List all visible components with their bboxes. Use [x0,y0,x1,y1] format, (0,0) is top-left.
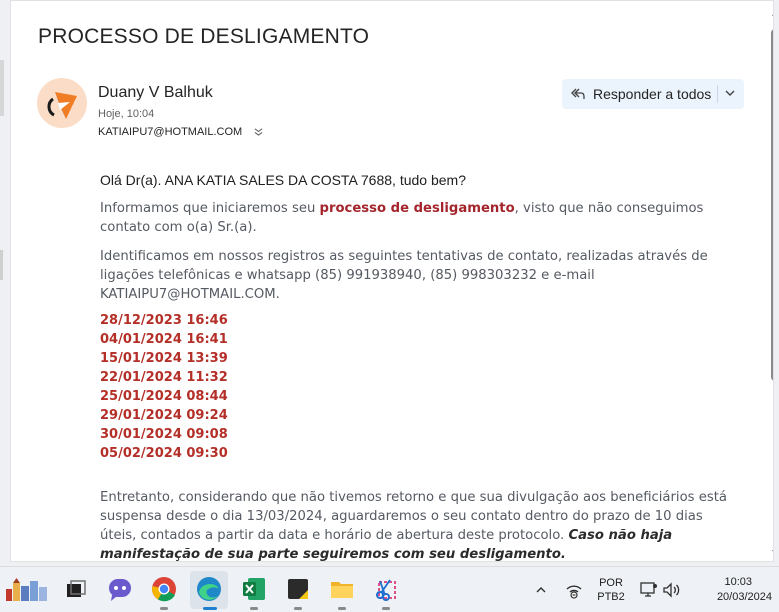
sender-name[interactable]: Duany V Balhuk [98,84,213,102]
file-explorer-running-indicator [338,607,346,610]
chrome-icon[interactable] [150,575,178,603]
sticky-notes-running-indicator [294,607,302,610]
keyboard-layout: PTB2 [597,591,625,603]
sender-avatar[interactable] [37,78,87,128]
clock-date: 20/03/2024 [716,591,772,603]
greeting: Olá Dr(a). ANA KATIA SALES DA COSTA 7688… [100,172,466,188]
input-language-indicator[interactable]: POR PTB2 [596,576,626,604]
contact-date: 30/01/2024 09:08 [100,427,228,442]
contact-date: 28/12/2023 16:46 [100,313,228,328]
paragraph-intro-pre: Informamos que iniciaremos seu [100,201,320,216]
reply-all-button[interactable]: Responder a todos [562,79,744,109]
reply-separator [717,85,718,103]
left-pane-edge [0,60,4,116]
contact-date: 29/01/2024 09:24 [100,408,228,423]
contact-date: 05/02/2024 09:30 [100,446,228,461]
recipient-address[interactable]: KATIAIPU7@HOTMAIL.COM [98,126,242,138]
reply-all-icon [571,88,585,99]
clock-time: 10:03 [724,576,752,588]
scroll-up-icon[interactable] [771,9,774,19]
excel-icon[interactable] [240,575,268,603]
chevron-down-icon[interactable] [724,87,736,99]
sender-logo-icon [47,92,77,119]
paragraph-contact-attempts: Identificamos em nossos registros as seg… [100,249,708,302]
contact-date: 15/01/2024 13:39 [100,351,228,366]
scrollbar-thumb[interactable] [771,29,773,381]
teams-chat-icon[interactable] [106,575,134,603]
snipping-tool-icon[interactable] [372,575,400,603]
language-code: POR [599,577,623,589]
email-subject: PROCESSO DE DESLIGAMENTO [38,25,370,48]
mail-window: PROCESSO DE DESLIGAMENTO Duany V Balhuk … [0,0,779,566]
edge-icon[interactable] [195,575,223,603]
snipping-tool-running-indicator [382,607,390,610]
system-clock[interactable]: 10:03 20/03/2024 [692,575,772,605]
left-pane-edge-lower [0,250,3,280]
widgets-icon[interactable] [4,575,50,603]
excel-running-indicator [250,607,258,610]
file-explorer-icon[interactable] [328,575,356,603]
contact-date: 25/01/2024 08:44 [100,389,228,404]
reading-pane: PROCESSO DE DESLIGAMENTO Duany V Balhuk … [10,0,774,562]
volume-icon[interactable] [662,581,682,599]
dismissal-highlight: processo de desligamento [319,201,515,216]
expand-recipients-icon[interactable] [254,127,263,139]
paragraph-deadline: Entretanto, considerando que não tivemos… [100,488,740,561]
received-time: Hoje, 10:04 [98,108,155,120]
paragraph-intro: Informamos que iniciaremos seu processo … [100,199,720,237]
chrome-running-indicator [160,607,168,610]
taskbar: POR PTB2 10:03 20/03/2024 [0,566,779,612]
scroll-down-icon[interactable] [771,547,774,557]
contact-date: 04/01/2024 16:41 [100,332,228,347]
monitor-icon[interactable] [640,581,658,599]
chevron-up-icon[interactable] [535,584,547,596]
reply-all-label: Responder a todos [593,86,712,102]
sticky-notes-icon[interactable] [284,575,312,603]
contact-dates-list: 28/12/2023 16:46 04/01/2024 16:41 15/01/… [100,311,228,463]
task-view-icon[interactable] [62,575,90,603]
network-icon[interactable] [564,580,584,600]
contact-date: 22/01/2024 11:32 [100,370,228,385]
edge-active-indicator [203,607,217,610]
